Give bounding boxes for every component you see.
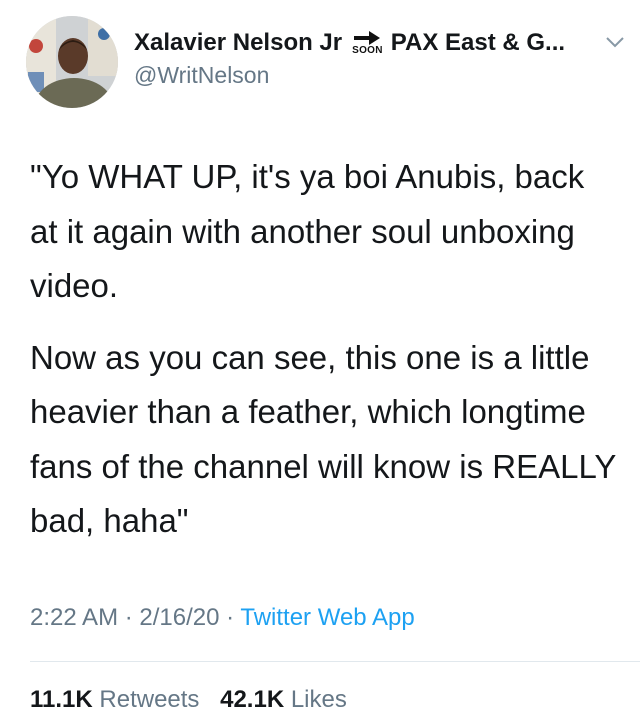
likes-label: Likes [290,686,347,713]
meta-separator: · [118,604,140,631]
likes-count: 42.1K [220,686,285,713]
retweets-count: 11.1K [30,686,93,713]
tweet-stats: 11.1K Retweets 42.1K Likes [30,686,347,714]
avatar-image [26,16,118,108]
tweet-paragraph: Now as you can see, this one is a little… [30,338,616,540]
avatar[interactable] [26,16,118,108]
author-handle[interactable]: @WritNelson [134,62,269,89]
tweet-text: "Yo WHAT UP, it's ya boi Anubis, back at… [30,150,620,549]
likes-stat[interactable]: 42.1K Likes [220,686,347,713]
meta-separator: · [219,604,241,631]
divider [30,661,640,662]
author-name-row[interactable]: Xalavier Nelson Jr SOON PAX East & G... [134,26,614,60]
retweets-stat[interactable]: 11.1K Retweets [30,686,199,713]
soon-emoji-label: SOON [352,44,383,56]
author-name-suffix: PAX East & G... [390,29,566,56]
tweet-date[interactable]: 2/16/20 [139,604,219,631]
retweets-label: Retweets [99,686,200,713]
soon-arrow-icon: SOON [352,30,383,56]
tweet-meta: 2:22 AM · 2/16/20 · Twitter Web App [30,604,415,632]
chevron-down-icon[interactable] [604,34,626,50]
tweet-paragraph: "Yo WHAT UP, it's ya boi Anubis, back at… [30,158,585,304]
tweet-time[interactable]: 2:22 AM [30,604,118,631]
tweet-source-link[interactable]: Twitter Web App [240,604,414,631]
author-name-prefix: Xalavier Nelson Jr [134,29,343,56]
